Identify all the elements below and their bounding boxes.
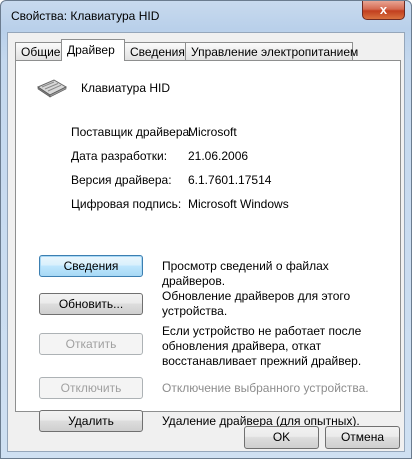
signer-value: Microsoft Windows xyxy=(188,197,289,211)
keyboard-icon xyxy=(36,79,68,98)
provider-value: Microsoft xyxy=(188,125,237,139)
date-value: 21.06.2006 xyxy=(188,149,249,163)
driver-details-button[interactable]: Сведения xyxy=(39,255,143,277)
driver-details-description: Просмотр сведений о файлах драйверов. xyxy=(162,259,329,288)
update-driver-button[interactable]: Обновить... xyxy=(39,293,143,315)
roll-back-driver-description: Если устройство не работает после обновл… xyxy=(162,324,362,368)
signer-label: Цифровая подпись: xyxy=(71,197,182,211)
tab-driver[interactable]: Драйвер xyxy=(61,39,125,61)
version-label: Версия драйвера: xyxy=(71,173,172,187)
disable-device-description: Отключение выбранного устройства. xyxy=(162,381,369,395)
device-name: Клавиатура HID xyxy=(81,81,170,95)
cancel-button[interactable]: Отмена xyxy=(325,426,400,449)
properties-dialog: Свойства: Клавиатура HID x Общие Драйвер… xyxy=(0,0,412,459)
uninstall-driver-button[interactable]: Удалить xyxy=(39,410,143,432)
tab-power-management[interactable]: Управление электропитанием xyxy=(185,42,358,60)
roll-back-driver-button[interactable]: Откатить xyxy=(39,333,143,355)
provider-label: Поставщик драйвера: xyxy=(71,125,193,139)
close-button[interactable]: x xyxy=(362,1,405,20)
ok-button[interactable]: OK xyxy=(244,426,319,449)
tab-details[interactable]: Сведения xyxy=(124,42,186,60)
tab-general[interactable]: Общие xyxy=(15,42,62,60)
window-title: Свойства: Клавиатура HID xyxy=(11,9,160,23)
dialog-body: Общие Драйвер Сведения Управление электр… xyxy=(7,32,405,452)
date-label: Дата разработки: xyxy=(71,149,168,163)
version-value: 6.1.7601.17514 xyxy=(188,173,272,187)
update-driver-description: Обновление драйверов для этого устройств… xyxy=(162,289,351,318)
disable-device-button[interactable]: Отключить xyxy=(39,377,143,399)
title-bar: Свойства: Клавиатура HID x xyxy=(1,1,411,31)
driver-tab-panel: Клавиатура HID Поставщик драйвера: Micro… xyxy=(15,60,401,432)
